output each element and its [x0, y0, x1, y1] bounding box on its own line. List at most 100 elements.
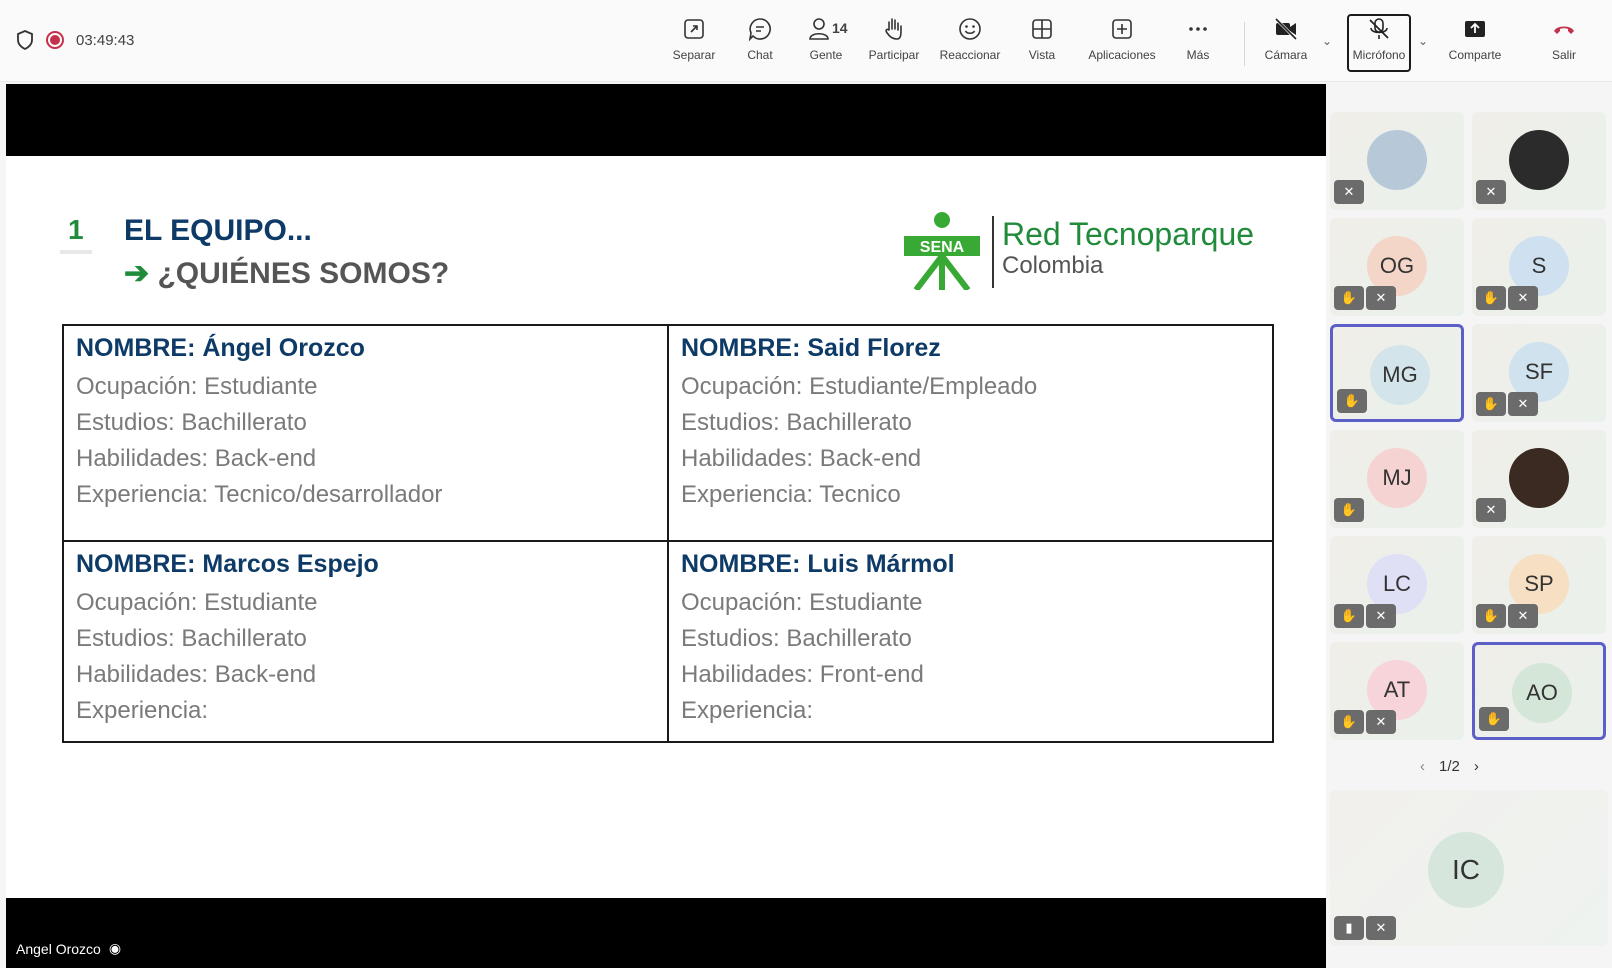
member-detail: Habilidades: Front-end [681, 661, 924, 688]
mic-muted-icon: ✕ [1476, 498, 1506, 522]
call-status: 03:49:43 [16, 30, 134, 50]
raised-hand-icon: ✋ [1334, 604, 1364, 628]
salir-button[interactable]: Salir [1528, 16, 1600, 62]
vista-button[interactable]: Vista [1006, 16, 1078, 62]
smiley-icon [959, 18, 981, 40]
member-detail: Habilidades: Back-end [76, 661, 317, 688]
mic-muted-icon: ✕ [1508, 286, 1538, 310]
raised-hand-icon: ✋ [1337, 389, 1367, 413]
microfono-button[interactable]: Micrófono [1343, 16, 1415, 62]
raised-hand-icon: ✋ [1334, 498, 1364, 522]
raised-hand-icon: ✋ [1476, 392, 1506, 416]
prev-page-icon[interactable]: ‹ [1420, 758, 1425, 775]
add-app-icon [1112, 19, 1132, 39]
separar-label: Separar [672, 48, 716, 62]
member-card: NOMBRE: Marcos Espejo Ocupación: Estudia… [62, 540, 669, 743]
gente-button[interactable]: 14 Gente [790, 16, 862, 62]
reaccionar-label: Reaccionar [939, 48, 1001, 62]
participar-label: Participar [868, 48, 920, 62]
avatar: IC [1428, 832, 1504, 908]
member-name: NOMBRE: Luis Mármol [681, 550, 955, 578]
avatar [1509, 130, 1569, 190]
avatar [1509, 448, 1569, 508]
member-detail: Estudios: Bachillerato [76, 409, 307, 436]
member-detail: Ocupación: Estudiante [76, 373, 318, 400]
camara-button[interactable]: Cámara [1250, 16, 1322, 62]
separar-button[interactable]: Separar [658, 16, 730, 62]
member-card: NOMBRE: Ángel Orozco Ocupación: Estudian… [62, 324, 669, 542]
chat-label: Chat [747, 48, 773, 62]
aplicaciones-button[interactable]: Aplicaciones [1084, 16, 1160, 62]
comparte-button[interactable]: Comparte [1438, 16, 1512, 62]
mas-label: Más [1186, 48, 1210, 62]
member-detail: Estudios: Bachillerato [681, 625, 912, 652]
sena-logo: SENA Red Tecnoparque Colombia [902, 206, 1262, 296]
member-card: NOMBRE: Luis Mármol Ocupación: Estudiant… [667, 540, 1274, 743]
participar-button[interactable]: Participar [858, 16, 930, 62]
mic-muted-icon: ✕ [1334, 180, 1364, 204]
comparte-label: Comparte [1448, 48, 1502, 62]
signal-bars-icon: ▮ [1334, 916, 1364, 940]
avatar [1367, 130, 1427, 190]
reaccionar-button[interactable]: Reaccionar [934, 16, 1006, 62]
raised-hand-icon: ✋ [1476, 286, 1506, 310]
mic-options-chevron-icon[interactable]: ⌄ [1418, 34, 1428, 48]
presenter-label: Angel Orozco ◉ [16, 940, 121, 957]
people-count: 14 [832, 20, 848, 36]
member-detail: Ocupación: Estudiante [681, 589, 923, 616]
avatar: AO [1512, 663, 1572, 723]
mic-off-icon [1369, 18, 1389, 39]
raise-hand-icon [885, 18, 902, 40]
spotlight-tile[interactable]: IC ▮ ✕ [1330, 790, 1608, 946]
camera-options-chevron-icon[interactable]: ⌄ [1322, 34, 1332, 48]
member-detail: Experiencia: Tecnico/desarrollador [76, 481, 443, 508]
grid-icon [1032, 19, 1052, 39]
participant-tile[interactable]: ✕ [1330, 112, 1464, 210]
raised-hand-icon: ✋ [1479, 707, 1509, 731]
participant-tile[interactable]: ✕ [1472, 112, 1606, 210]
team-table: NOMBRE: Ángel Orozco Ocupación: Estudian… [62, 324, 1274, 743]
shared-screen-stage: 1 EL EQUIPO... ➔ ¿QUIÉNES SOMOS? SENA Re… [6, 84, 1326, 968]
vista-label: Vista [1028, 48, 1056, 62]
member-name: NOMBRE: Ángel Orozco [76, 334, 365, 362]
gente-label: Gente [809, 48, 843, 62]
aplicaciones-label: Aplicaciones [1088, 48, 1156, 62]
pop-out-icon [684, 19, 704, 39]
member-name: NOMBRE: Said Florez [681, 334, 941, 362]
participant-tile[interactable]: SP ✋ ✕ [1472, 536, 1606, 634]
participant-tile[interactable]: OG ✋ ✕ [1330, 218, 1464, 316]
participant-pager: ‹ 1/2 › [1420, 758, 1479, 775]
mic-muted-icon: ✕ [1366, 916, 1396, 940]
more-icon [1189, 27, 1207, 31]
share-screen-icon [1465, 21, 1485, 37]
participant-tile[interactable]: ✕ [1472, 430, 1606, 528]
participant-tile[interactable]: AT ✋ ✕ [1330, 642, 1464, 740]
camera-off-icon [1274, 17, 1298, 41]
presentation-slide: 1 EL EQUIPO... ➔ ¿QUIÉNES SOMOS? SENA Re… [6, 156, 1326, 898]
member-detail: Experiencia: [76, 697, 209, 724]
mas-button[interactable]: Más [1162, 16, 1234, 62]
slide-number-underline [60, 250, 92, 254]
avatar: MG [1370, 345, 1430, 405]
participant-tile[interactable]: SF ✋ ✕ [1472, 324, 1606, 422]
member-detail: Experiencia: Tecnico [681, 481, 901, 508]
participant-tile[interactable]: LC ✋ ✕ [1330, 536, 1464, 634]
participant-tile[interactable]: MJ ✋ [1330, 430, 1464, 528]
stage-footer [6, 898, 1326, 968]
salir-label: Salir [1551, 48, 1576, 62]
raised-hand-icon: ✋ [1334, 710, 1364, 734]
microfono-label: Micrófono [1352, 48, 1406, 62]
member-detail: Estudios: Bachillerato [76, 625, 307, 652]
next-page-icon[interactable]: › [1474, 758, 1479, 775]
chat-button[interactable]: Chat [724, 16, 796, 62]
member-detail: Habilidades: Back-end [681, 445, 922, 472]
slide-subtitle-text: ¿QUIÉNES SOMOS? [157, 257, 450, 290]
arrow-right-icon: ➔ [124, 257, 150, 290]
recording-icon [46, 31, 64, 49]
mic-muted-icon: ✕ [1508, 604, 1538, 628]
member-detail: Experiencia: [681, 697, 814, 724]
participant-tile[interactable]: MG ✋ [1330, 324, 1464, 422]
participant-tile[interactable]: S ✋ ✕ [1472, 218, 1606, 316]
participant-tile[interactable]: AO ✋ [1472, 642, 1606, 740]
participant-grid[interactable]: ✕ ✕ OG ✋ ✕ S ✋ ✕ MG ✋ SF ✋ ✕ MJ ✋ ✕ LC ✋ ✕ S… [1330, 112, 1612, 752]
